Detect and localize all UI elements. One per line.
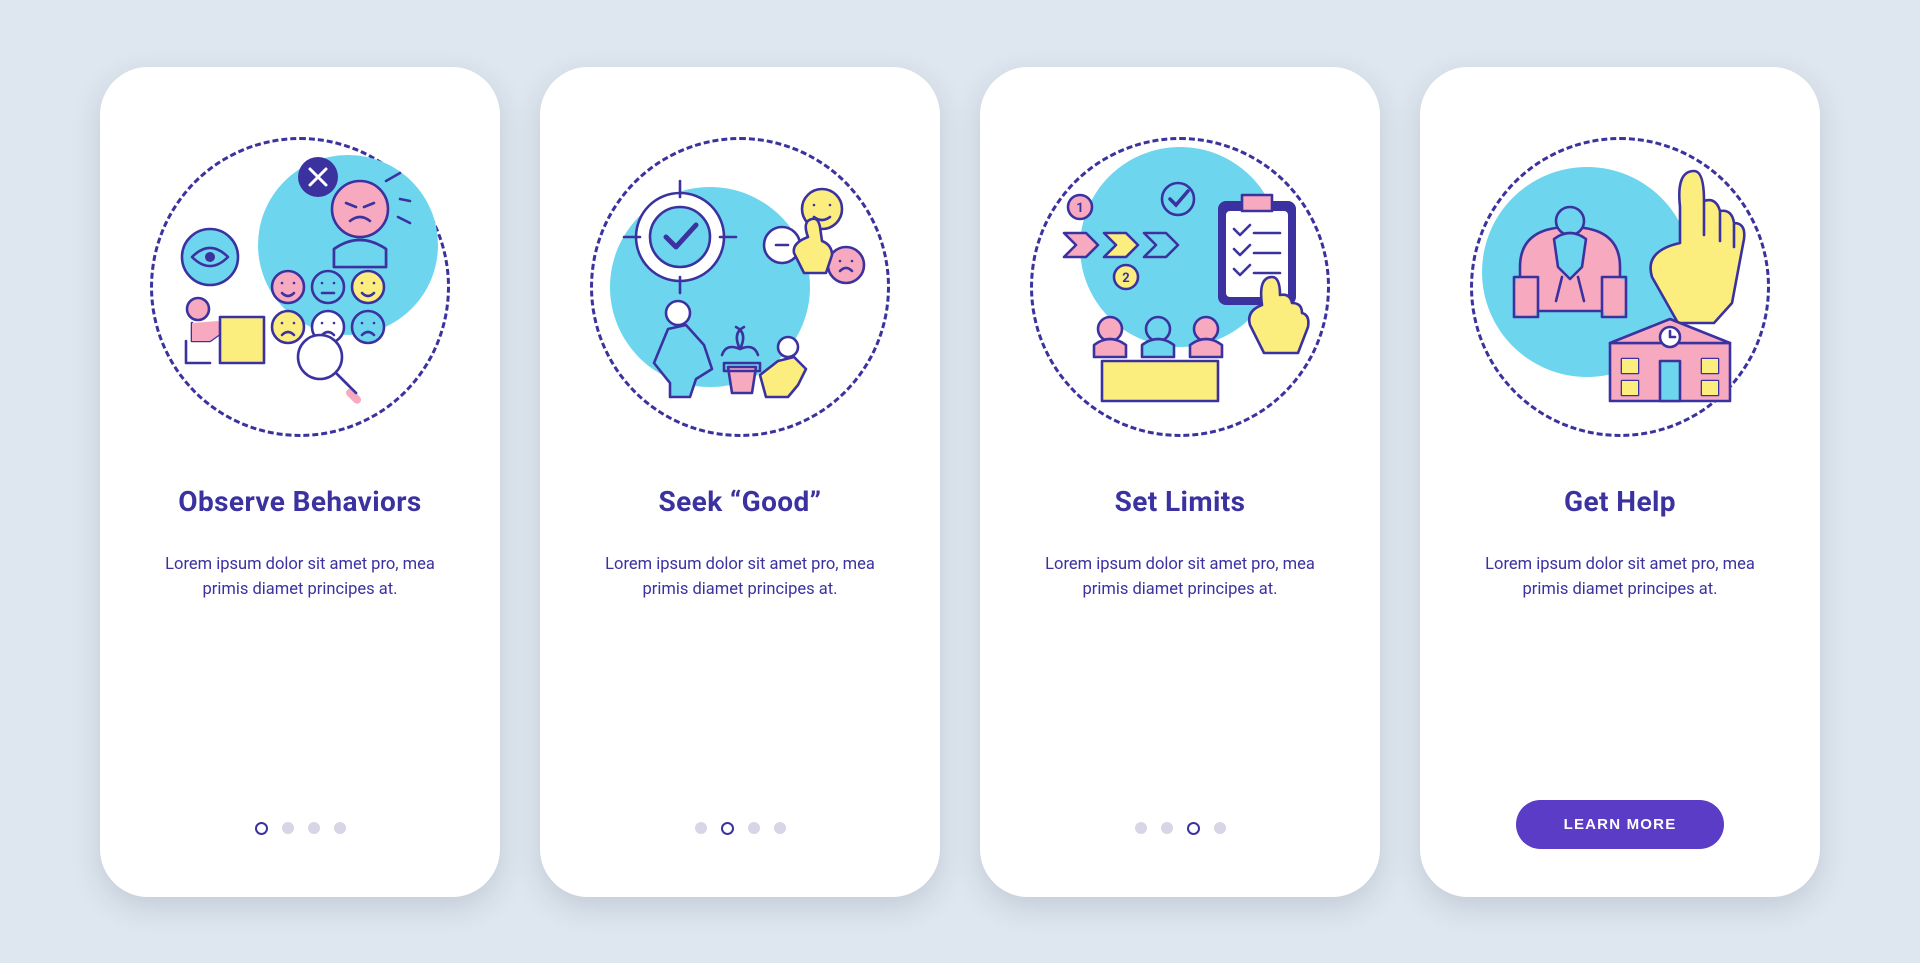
- illustration-set-limits: 1 2: [1030, 137, 1330, 437]
- pagination-dots: [1135, 822, 1226, 835]
- pagination-dots: [255, 822, 346, 835]
- screen-body: Lorem ipsum dolor sit amet pro, mea prim…: [150, 552, 450, 603]
- screen-body: Lorem ipsum dolor sit amet pro, mea prim…: [1470, 552, 1770, 603]
- pagination-dots: [695, 822, 786, 835]
- pagination-dot-2[interactable]: [282, 822, 294, 834]
- illustration-seek-good: [590, 137, 890, 437]
- screen-title: Get Help: [1564, 485, 1676, 518]
- illustration-get-help: [1470, 137, 1770, 437]
- pagination-dot-2[interactable]: [721, 822, 734, 835]
- screen-title: Observe Behaviors: [178, 485, 421, 518]
- phone-screen-get-help: Get Help Lorem ipsum dolor sit amet pro,…: [1420, 67, 1820, 897]
- phone-screen-observe: Observe Behaviors Lorem ipsum dolor sit …: [100, 67, 500, 897]
- pagination-dot-3[interactable]: [1187, 822, 1200, 835]
- illustration-observe: [150, 137, 450, 437]
- pagination-dot-4[interactable]: [774, 822, 786, 834]
- screen-title: Set Limits: [1115, 485, 1246, 518]
- pagination-dot-4[interactable]: [1214, 822, 1226, 834]
- pagination-dot-4[interactable]: [334, 822, 346, 834]
- svg-text:1: 1: [1076, 201, 1083, 216]
- pagination-dot-1[interactable]: [695, 822, 707, 834]
- svg-text:2: 2: [1122, 271, 1129, 286]
- phone-screen-set-limits: 1 2: [980, 67, 1380, 897]
- pagination-dot-1[interactable]: [1135, 822, 1147, 834]
- pagination-dot-3[interactable]: [308, 822, 320, 834]
- screen-body: Lorem ipsum dolor sit amet pro, mea prim…: [590, 552, 890, 603]
- screen-title: Seek “Good”: [659, 485, 822, 518]
- learn-more-button[interactable]: LEARN MORE: [1516, 800, 1725, 849]
- pagination-dot-2[interactable]: [1161, 822, 1173, 834]
- pagination-dot-3[interactable]: [748, 822, 760, 834]
- onboarding-screens-row: Observe Behaviors Lorem ipsum dolor sit …: [100, 67, 1820, 897]
- screen-body: Lorem ipsum dolor sit amet pro, mea prim…: [1030, 552, 1330, 603]
- phone-screen-seek-good: Seek “Good” Lorem ipsum dolor sit amet p…: [540, 67, 940, 897]
- pagination-dot-1[interactable]: [255, 822, 268, 835]
